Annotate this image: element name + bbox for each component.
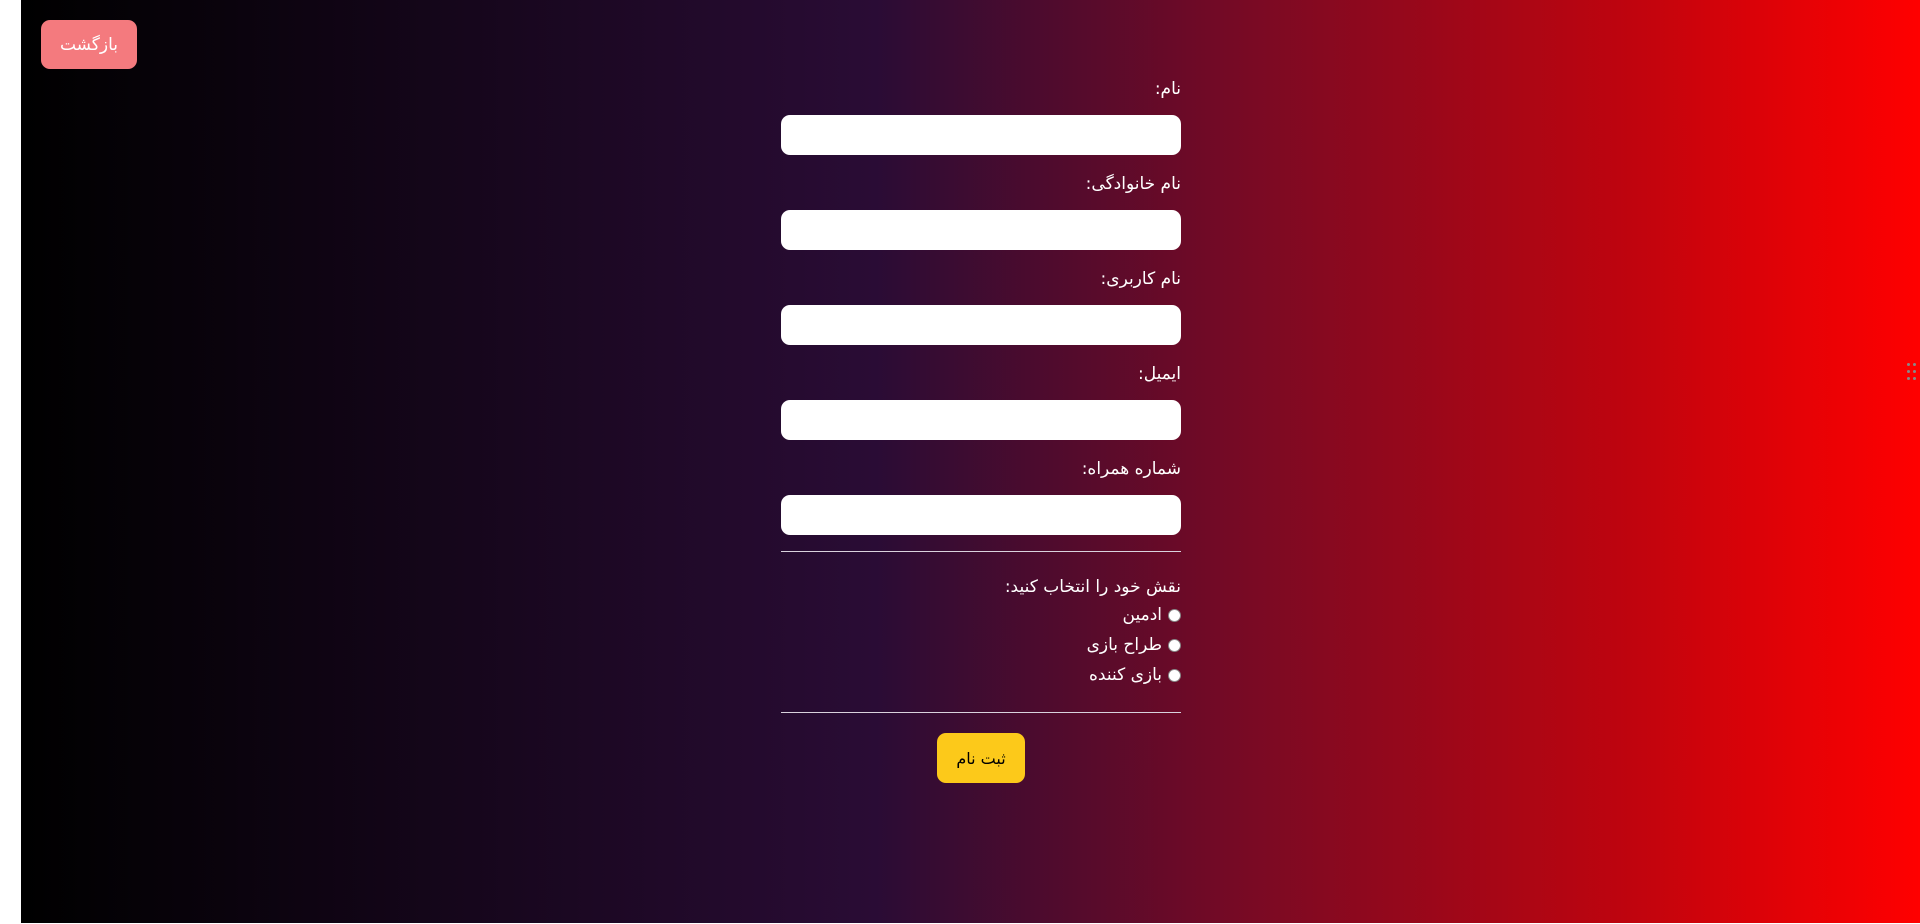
signup-form: نام: نام خانوادگی: نام کاربری: ایمیل: شم… <box>781 76 1181 783</box>
role-radio-game-designer[interactable] <box>1168 638 1181 652</box>
role-option-admin[interactable]: ادمین <box>781 600 1181 630</box>
role-option-player[interactable]: بازی کننده <box>781 660 1181 690</box>
first-name-input[interactable] <box>781 115 1181 155</box>
role-label-player: بازی کننده <box>1088 665 1162 685</box>
page-background: بازگشت نام: نام خانوادگی: نام کاربری: ای… <box>21 0 1920 923</box>
phone-label: شماره همراه: <box>1081 459 1181 479</box>
register-button[interactable]: ثبت نام <box>937 733 1025 783</box>
back-button[interactable]: بازگشت <box>41 20 137 69</box>
username-input[interactable] <box>781 305 1181 345</box>
role-option-game-designer[interactable]: طراح بازی <box>781 630 1181 660</box>
last-name-input[interactable] <box>781 210 1181 250</box>
role-radio-player[interactable] <box>1168 668 1181 682</box>
email-label: ایمیل: <box>1137 364 1181 384</box>
phone-input[interactable] <box>781 495 1181 535</box>
email-input[interactable] <box>781 400 1181 440</box>
drag-handle-icon[interactable] <box>1907 357 1919 387</box>
role-label-game-designer: طراح بازی <box>1086 635 1162 655</box>
role-selection: نقش خود را انتخاب کنید: ادمین طراح بازی … <box>781 552 1181 712</box>
username-label: نام کاربری: <box>1100 269 1181 289</box>
role-radio-admin[interactable] <box>1168 608 1181 622</box>
role-title: نقش خود را انتخاب کنید: <box>1004 577 1181 597</box>
submit-wrapper: ثبت نام <box>781 713 1181 783</box>
first-name-label: نام: <box>1154 79 1181 99</box>
role-label-admin: ادمین <box>1122 605 1162 625</box>
last-name-label: نام خانوادگی: <box>1085 174 1181 194</box>
